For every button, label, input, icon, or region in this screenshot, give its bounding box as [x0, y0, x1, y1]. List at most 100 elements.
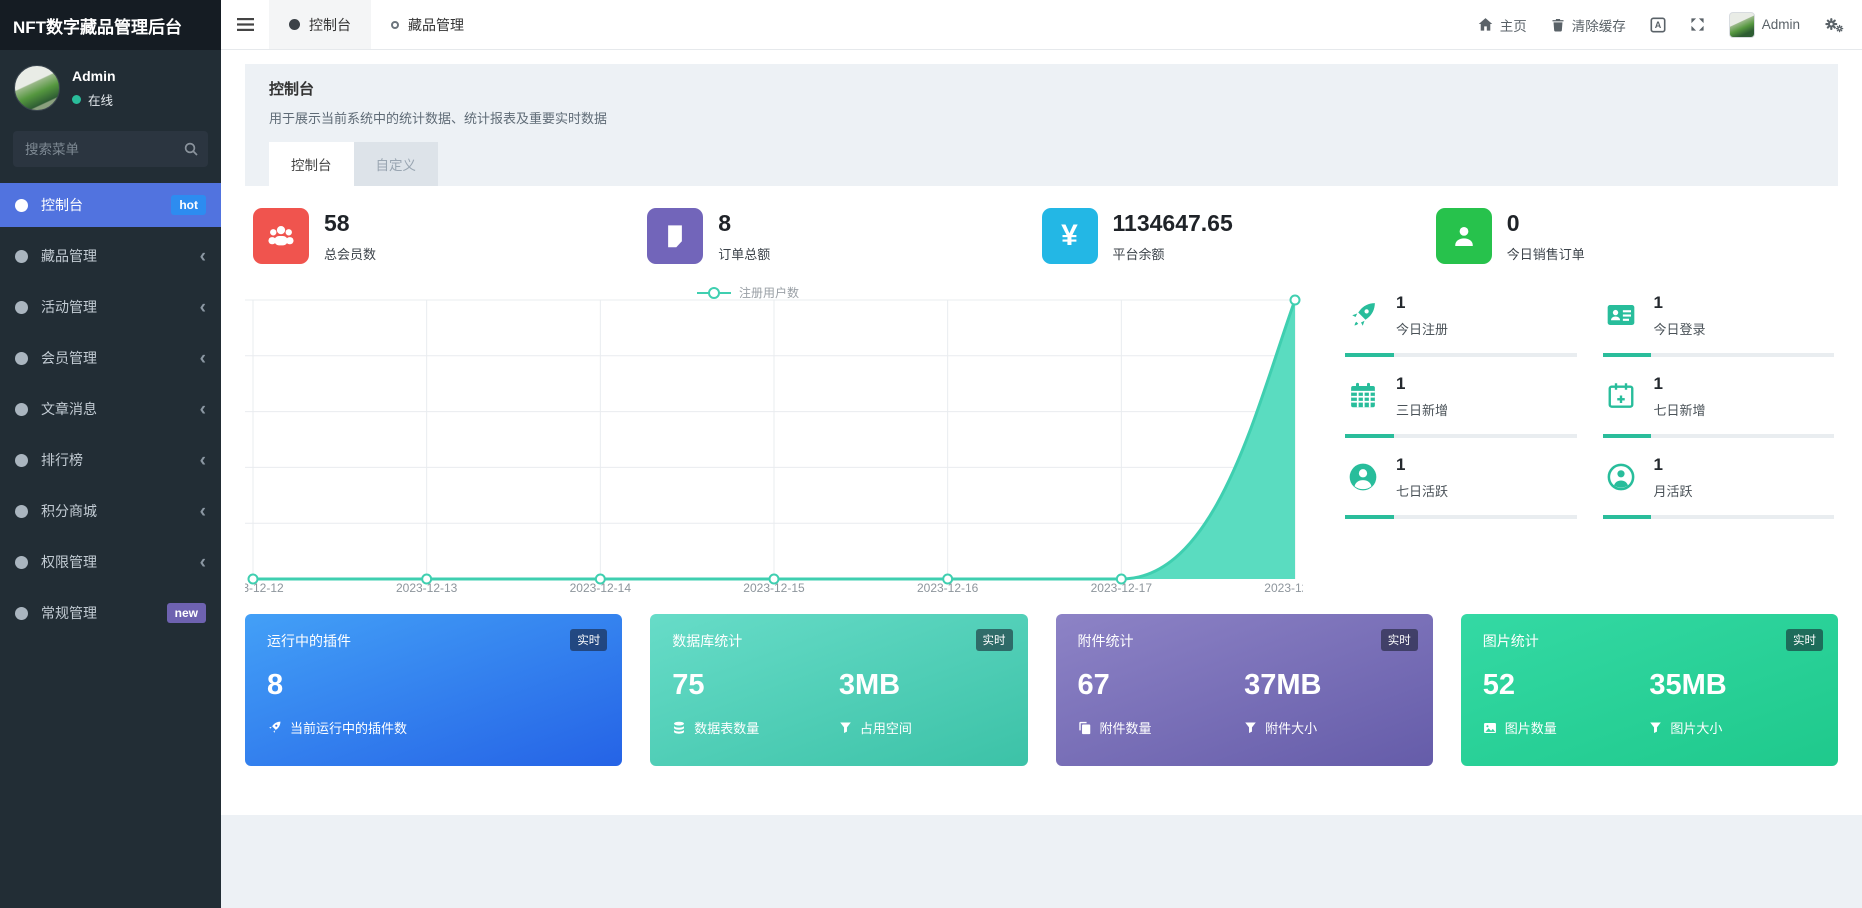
- circle-icon: [15, 351, 28, 365]
- mini-stats-grid: 1 今日注册 1 今日登录 1 三日新增 1 七日新增 1 七日活跃 1 月活跃: [1345, 282, 1834, 596]
- sidebar-menu: 控制台 hot 藏品管理 ‹ 活动管理 ‹ 会员管理 ‹ 文章消息 ‹ 排行榜 …: [0, 183, 221, 908]
- svg-text:2023-12-14: 2023-12-14: [570, 581, 632, 595]
- mini-label: 今日登录: [1653, 321, 1706, 337]
- card-title: 附件统计: [1077, 633, 1134, 649]
- sidebar-item-label: 排行榜: [41, 452, 83, 468]
- fullscreen-button[interactable]: [1690, 17, 1705, 32]
- hot-badge: hot: [171, 195, 206, 215]
- mini-label: 三日新增: [1396, 402, 1449, 418]
- svg-text:A: A: [1654, 20, 1661, 30]
- svg-text:2023-12-15: 2023-12-15: [743, 581, 805, 595]
- card-running-plugins: 运行中的插件 实时 8 当前运行中的插件数: [245, 614, 623, 766]
- sidebar-item-label: 藏品管理: [41, 248, 97, 264]
- nav-tab-label: 控制台: [309, 16, 351, 33]
- chevron-left-icon: ‹: [199, 500, 206, 522]
- username-label: Admin: [1761, 17, 1800, 32]
- card-value: 52: [1482, 669, 1516, 701]
- stats-row: 58 总会员数 8 订单总额 ¥ 1134647.65 平台余额 0 今日销售订…: [245, 186, 1838, 274]
- filled-circle-icon: [289, 19, 300, 30]
- card-value: 67: [1077, 669, 1110, 701]
- language-icon: A: [1650, 16, 1666, 32]
- rocket-icon: [269, 721, 281, 733]
- mini-value: 1: [1653, 373, 1663, 393]
- realtime-badge: 实时: [1380, 629, 1418, 651]
- sidebar-item-dashboard[interactable]: 控制台 hot: [0, 183, 221, 227]
- chevron-left-icon: ‹: [199, 551, 206, 573]
- nav-tab-collections[interactable]: 藏品管理: [371, 0, 484, 49]
- trash-icon: [1552, 18, 1564, 31]
- file-icon: [647, 208, 704, 264]
- gear-icon: [1825, 17, 1844, 32]
- clear-cache-button[interactable]: 清除缓存: [1551, 15, 1626, 35]
- user-menu[interactable]: Admin: [1728, 11, 1800, 38]
- image-icon: [1483, 722, 1496, 733]
- stat-order-total: 8 订单总额: [647, 208, 1041, 264]
- mini-value: 1: [1653, 454, 1663, 474]
- online-status-icon: [72, 94, 81, 104]
- user-name: Admin: [72, 67, 116, 84]
- sidebar-item-members[interactable]: 会员管理 ‹: [0, 336, 221, 380]
- sidebar-item-articles[interactable]: 文章消息 ‹: [0, 387, 221, 431]
- stat-platform-balance: ¥ 1134647.65 平台余额: [1041, 208, 1436, 264]
- sidebar-item-activities[interactable]: 活动管理 ‹: [0, 285, 221, 329]
- chevron-left-icon: ‹: [199, 347, 206, 369]
- home-link[interactable]: 主页: [1478, 15, 1527, 35]
- chevron-left-icon: ‹: [199, 296, 206, 318]
- search-input[interactable]: [13, 131, 208, 167]
- settings-button[interactable]: [1824, 16, 1844, 34]
- calendar-icon: [1345, 381, 1381, 411]
- search-icon[interactable]: [183, 141, 199, 157]
- page-title: 控制台: [269, 81, 315, 98]
- user-icon: [1435, 208, 1492, 264]
- sidebar-item-label: 积分商城: [41, 503, 97, 519]
- stat-label: 平台余额: [1112, 246, 1165, 262]
- sidebar-search: [13, 131, 208, 167]
- card-value: 75: [672, 669, 705, 701]
- rocket-icon: [1345, 300, 1381, 330]
- svg-text:注册用户数: 注册用户数: [739, 285, 799, 300]
- card-database-stats: 数据库统计 实时 75 3MB 数据表数量 占用空间: [650, 614, 1028, 766]
- realtime-badge: 实时: [1786, 629, 1823, 651]
- mini-stat-seven-day-new: 1 七日新增: [1602, 371, 1834, 438]
- card-value: 8: [267, 669, 284, 701]
- expand-icon: [1691, 18, 1704, 31]
- tab-custom[interactable]: 自定义: [353, 142, 438, 186]
- circle-icon: [15, 453, 28, 467]
- panel-tabs: 控制台 自定义: [269, 142, 1814, 186]
- sidebar-item-points-mall[interactable]: 积分商城 ‹: [0, 489, 221, 533]
- sidebar-item-general[interactable]: 常规管理 new: [0, 591, 221, 635]
- stat-total-members: 58 总会员数: [253, 208, 647, 264]
- avatar: [14, 65, 60, 111]
- progress-bar: [1602, 515, 1834, 519]
- home-icon: [1478, 18, 1492, 31]
- language-button[interactable]: A: [1650, 16, 1666, 33]
- user-panel: Admin 在线: [0, 50, 221, 121]
- mini-label: 今日注册: [1396, 321, 1449, 337]
- progress-bar: [1602, 434, 1834, 438]
- yen-icon: ¥: [1041, 208, 1098, 264]
- progress-bar: [1345, 353, 1577, 357]
- nav-tab-dashboard[interactable]: 控制台: [269, 0, 371, 49]
- progress-bar: [1345, 434, 1577, 438]
- sidebar-item-label: 会员管理: [41, 350, 97, 366]
- funnel-icon: [1245, 722, 1256, 733]
- sidebar-item-ranking[interactable]: 排行榜 ‹: [0, 438, 221, 482]
- stat-label: 总会员数: [324, 246, 377, 262]
- card-value: 35MB: [1649, 669, 1727, 701]
- svg-text:2023-12-13: 2023-12-13: [396, 581, 458, 595]
- card-title: 运行中的插件: [267, 633, 351, 649]
- svg-text:2023-12-18: 2023-12-18: [1264, 581, 1303, 595]
- realtime-badge: 实时: [975, 629, 1013, 651]
- tab-dashboard[interactable]: 控制台: [269, 142, 354, 186]
- sidebar-item-collections[interactable]: 藏品管理 ‹: [0, 234, 221, 278]
- database-icon: [674, 721, 685, 734]
- page-content: 控制台 用于展示当前系统中的统计数据、统计报表及重要实时数据 控制台 自定义 5…: [221, 50, 1862, 815]
- card-footer-label: 图片数量: [1504, 721, 1557, 736]
- mini-label: 月活跃: [1653, 483, 1693, 499]
- card-image-stats: 图片统计 实时 52 35MB 图片数量 图片大小: [1460, 614, 1838, 766]
- sidebar-item-permissions[interactable]: 权限管理 ‹: [0, 540, 221, 584]
- sidebar-toggle-button[interactable]: [221, 0, 269, 49]
- sidebar: NFT数字藏品管理后台 Admin 在线 控制台 hot 藏品管理 ‹: [0, 0, 221, 908]
- circle-icon: [15, 606, 28, 620]
- card-footer-label: 图片大小: [1670, 721, 1723, 736]
